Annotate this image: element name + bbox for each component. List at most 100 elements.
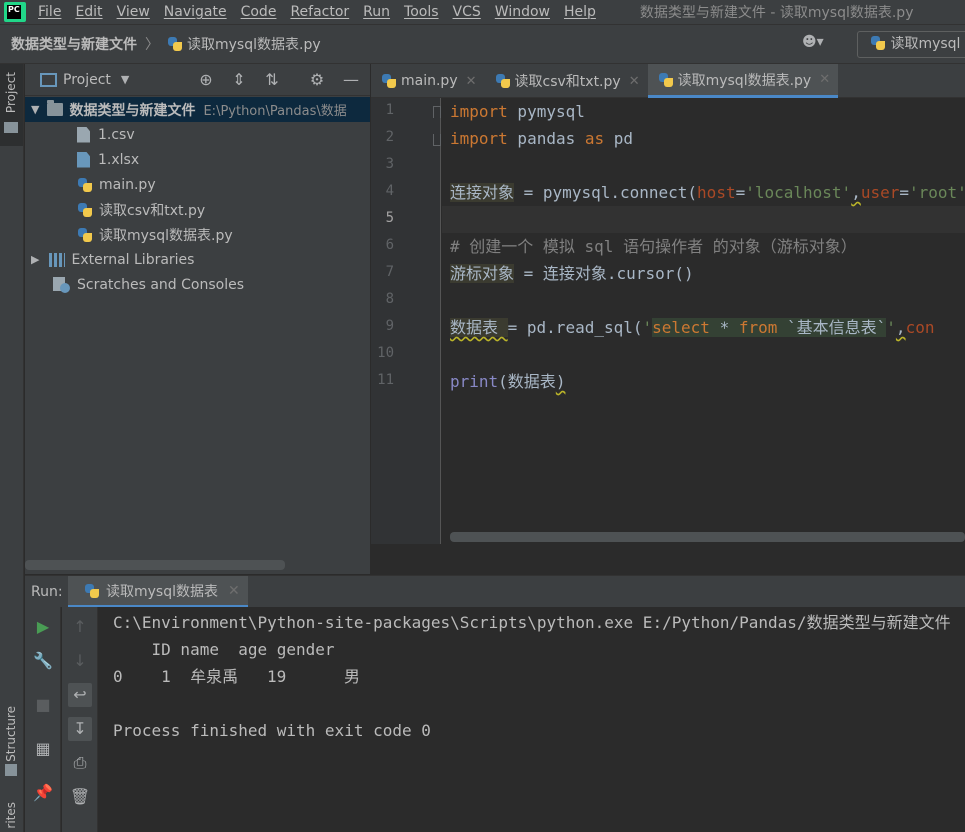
line-number: 7 bbox=[385, 264, 394, 280]
close-icon[interactable]: ✕ bbox=[629, 74, 640, 89]
line-number: 1 bbox=[385, 102, 394, 118]
favorites-tool-tab[interactable]: rites bbox=[4, 802, 18, 829]
file-name: 读取mysql数据表.py bbox=[99, 227, 233, 244]
menu-file[interactable]: File bbox=[38, 4, 61, 20]
window-title: 数据类型与新建文件 - 读取mysql数据表.py bbox=[639, 5, 914, 21]
soft-wrap-icon[interactable]: ↩ bbox=[68, 683, 92, 707]
menu-code[interactable]: Code bbox=[241, 4, 277, 20]
project-horizontal-scrollbar[interactable] bbox=[25, 560, 285, 570]
python-file-icon bbox=[77, 227, 93, 243]
python-file-icon bbox=[167, 36, 183, 52]
project-view-select[interactable]: Project bbox=[63, 72, 111, 88]
project-tool-tab[interactable]: Project bbox=[0, 64, 23, 146]
run-console[interactable]: C:\Environment\Python-site-packages\Scri… bbox=[98, 607, 965, 832]
menu-navigate[interactable]: Navigate bbox=[164, 4, 227, 20]
print-icon[interactable]: ⎙ bbox=[68, 751, 92, 775]
run-toolbar-secondary: ↑ ↓ ↩ ↧ ⎙ 🗑 bbox=[62, 607, 98, 832]
tree-item-file[interactable]: 读取mysql数据表.py bbox=[77, 222, 233, 247]
breadcrumb-project[interactable]: 数据类型与新建文件 bbox=[11, 34, 137, 54]
scratches-label: Scratches and Consoles bbox=[77, 276, 244, 293]
tree-item-scratches[interactable]: Scratches and Consoles bbox=[53, 272, 244, 297]
python-file-icon bbox=[381, 73, 397, 89]
project-root-path: E:\Python\Pandas\数据 bbox=[203, 104, 347, 119]
menu-tools[interactable]: Tools bbox=[404, 4, 439, 20]
chevron-down-icon[interactable]: ▼ bbox=[31, 103, 39, 116]
line-number: 5 bbox=[385, 210, 394, 226]
structure-tool-tab[interactable]: Structure bbox=[4, 706, 18, 762]
editor-horizontal-scrollbar[interactable] bbox=[450, 532, 965, 542]
close-icon[interactable]: ✕ bbox=[819, 72, 830, 87]
tab-label: 读取mysql数据表.py bbox=[677, 72, 812, 89]
expand-all-icon[interactable]: ⇕ bbox=[229, 70, 249, 90]
unknown-file-icon bbox=[77, 151, 90, 168]
console-line: C:\Environment\Python-site-packages\Scri… bbox=[113, 613, 951, 632]
gear-icon[interactable]: ⚙ bbox=[307, 70, 327, 90]
tree-item-file[interactable]: 1.csv bbox=[77, 122, 135, 147]
menu-run[interactable]: Run bbox=[363, 4, 390, 20]
code-line: 数据表 = pd.read_sql('select * from `基本信息表`… bbox=[450, 318, 935, 337]
locate-icon[interactable]: ⊕ bbox=[196, 70, 216, 90]
main-menu: File Edit View Navigate Code Refactor Ru… bbox=[38, 4, 610, 20]
python-file-icon bbox=[77, 202, 93, 218]
code-line: 游标对象 = 连接对象.cursor() bbox=[450, 264, 694, 283]
breadcrumb-file[interactable]: 读取mysql数据表.py bbox=[187, 34, 321, 54]
tab-label: 读取csv和txt.py bbox=[514, 74, 621, 90]
wrench-icon[interactable]: 🔧 bbox=[31, 649, 55, 673]
code-editor[interactable]: import pymysql import pandas as pd 连接对象 … bbox=[442, 98, 965, 544]
rerun-icon[interactable]: ▶ bbox=[31, 615, 55, 639]
file-name: 1.csv bbox=[98, 126, 135, 143]
pin-icon[interactable]: 📌 bbox=[31, 781, 55, 805]
python-file-icon bbox=[658, 72, 674, 88]
line-number: 4 bbox=[385, 183, 394, 199]
trash-icon[interactable]: 🗑 bbox=[68, 785, 92, 809]
tree-item-file[interactable]: 读取csv和txt.py bbox=[77, 197, 205, 222]
menu-view[interactable]: View bbox=[117, 4, 150, 20]
tab-main-py[interactable]: main.py ✕ bbox=[371, 64, 485, 98]
python-file-icon bbox=[495, 73, 511, 89]
close-icon[interactable]: ✕ bbox=[466, 74, 477, 89]
project-root-name: 数据类型与新建文件 bbox=[69, 102, 196, 119]
arrow-up-icon[interactable]: ↑ bbox=[68, 615, 92, 639]
scratches-icon bbox=[53, 276, 71, 293]
tree-item-file[interactable]: main.py bbox=[77, 172, 156, 197]
run-configuration-select[interactable]: 读取mysql bbox=[857, 31, 965, 58]
collapse-all-icon[interactable]: ⇅ bbox=[262, 70, 282, 90]
code-line: 连接对象 = pymysql.connect(host='localhost',… bbox=[450, 183, 965, 202]
line-number: 10 bbox=[377, 345, 394, 361]
library-icon bbox=[49, 252, 66, 267]
file-name: main.py bbox=[99, 176, 156, 193]
menu-help[interactable]: Help bbox=[564, 4, 596, 20]
tree-item-file[interactable]: 1.xlsx bbox=[77, 147, 139, 172]
chevron-right-icon[interactable]: ▶ bbox=[31, 253, 39, 266]
line-number: 11 bbox=[377, 372, 394, 388]
tab-read-csv-txt[interactable]: 读取csv和txt.py ✕ bbox=[485, 64, 648, 98]
run-tab[interactable]: 读取mysql数据表 ✕ bbox=[68, 576, 248, 607]
project-tool-label: Project bbox=[4, 72, 18, 114]
menu-window[interactable]: Window bbox=[495, 4, 550, 20]
layout-icon[interactable]: ▦ bbox=[31, 737, 55, 761]
tree-item-project-root[interactable]: ▼ 数据类型与新建文件 E:\Python\Pandas\数据 bbox=[25, 97, 370, 122]
code-line: import pymysql bbox=[450, 102, 585, 121]
menu-vcs[interactable]: VCS bbox=[453, 4, 481, 20]
user-icon[interactable]: ☻▾ bbox=[802, 34, 836, 54]
folder-icon bbox=[47, 100, 64, 116]
chevron-down-icon[interactable]: ▼ bbox=[121, 73, 129, 86]
navigation-bar: 数据类型与新建文件 〉 读取mysql数据表.py ☻▾ 读取mysql bbox=[0, 24, 965, 64]
menu-edit[interactable]: Edit bbox=[75, 4, 102, 20]
code-line: import pandas as pd bbox=[450, 129, 634, 148]
minimize-icon[interactable]: — bbox=[341, 70, 361, 90]
scroll-to-end-icon[interactable]: ↧ bbox=[68, 717, 92, 741]
close-icon[interactable]: ✕ bbox=[228, 583, 240, 599]
stop-icon[interactable]: ■ bbox=[31, 693, 55, 717]
menu-refactor[interactable]: Refactor bbox=[290, 4, 349, 20]
menu-bar: PC File Edit View Navigate Code Refactor… bbox=[0, 0, 965, 24]
fold-marker-icon[interactable] bbox=[433, 134, 441, 146]
fold-marker-icon[interactable] bbox=[433, 106, 441, 118]
python-file-icon bbox=[84, 583, 100, 599]
tab-read-mysql[interactable]: 读取mysql数据表.py ✕ bbox=[647, 64, 839, 98]
arrow-down-icon[interactable]: ↓ bbox=[68, 649, 92, 673]
line-number: 8 bbox=[385, 291, 394, 307]
folder-icon bbox=[4, 122, 18, 133]
tree-item-external-libraries[interactable]: ▶ External Libraries bbox=[25, 247, 194, 272]
run-panel-header: Run: 读取mysql数据表 ✕ bbox=[25, 575, 965, 607]
